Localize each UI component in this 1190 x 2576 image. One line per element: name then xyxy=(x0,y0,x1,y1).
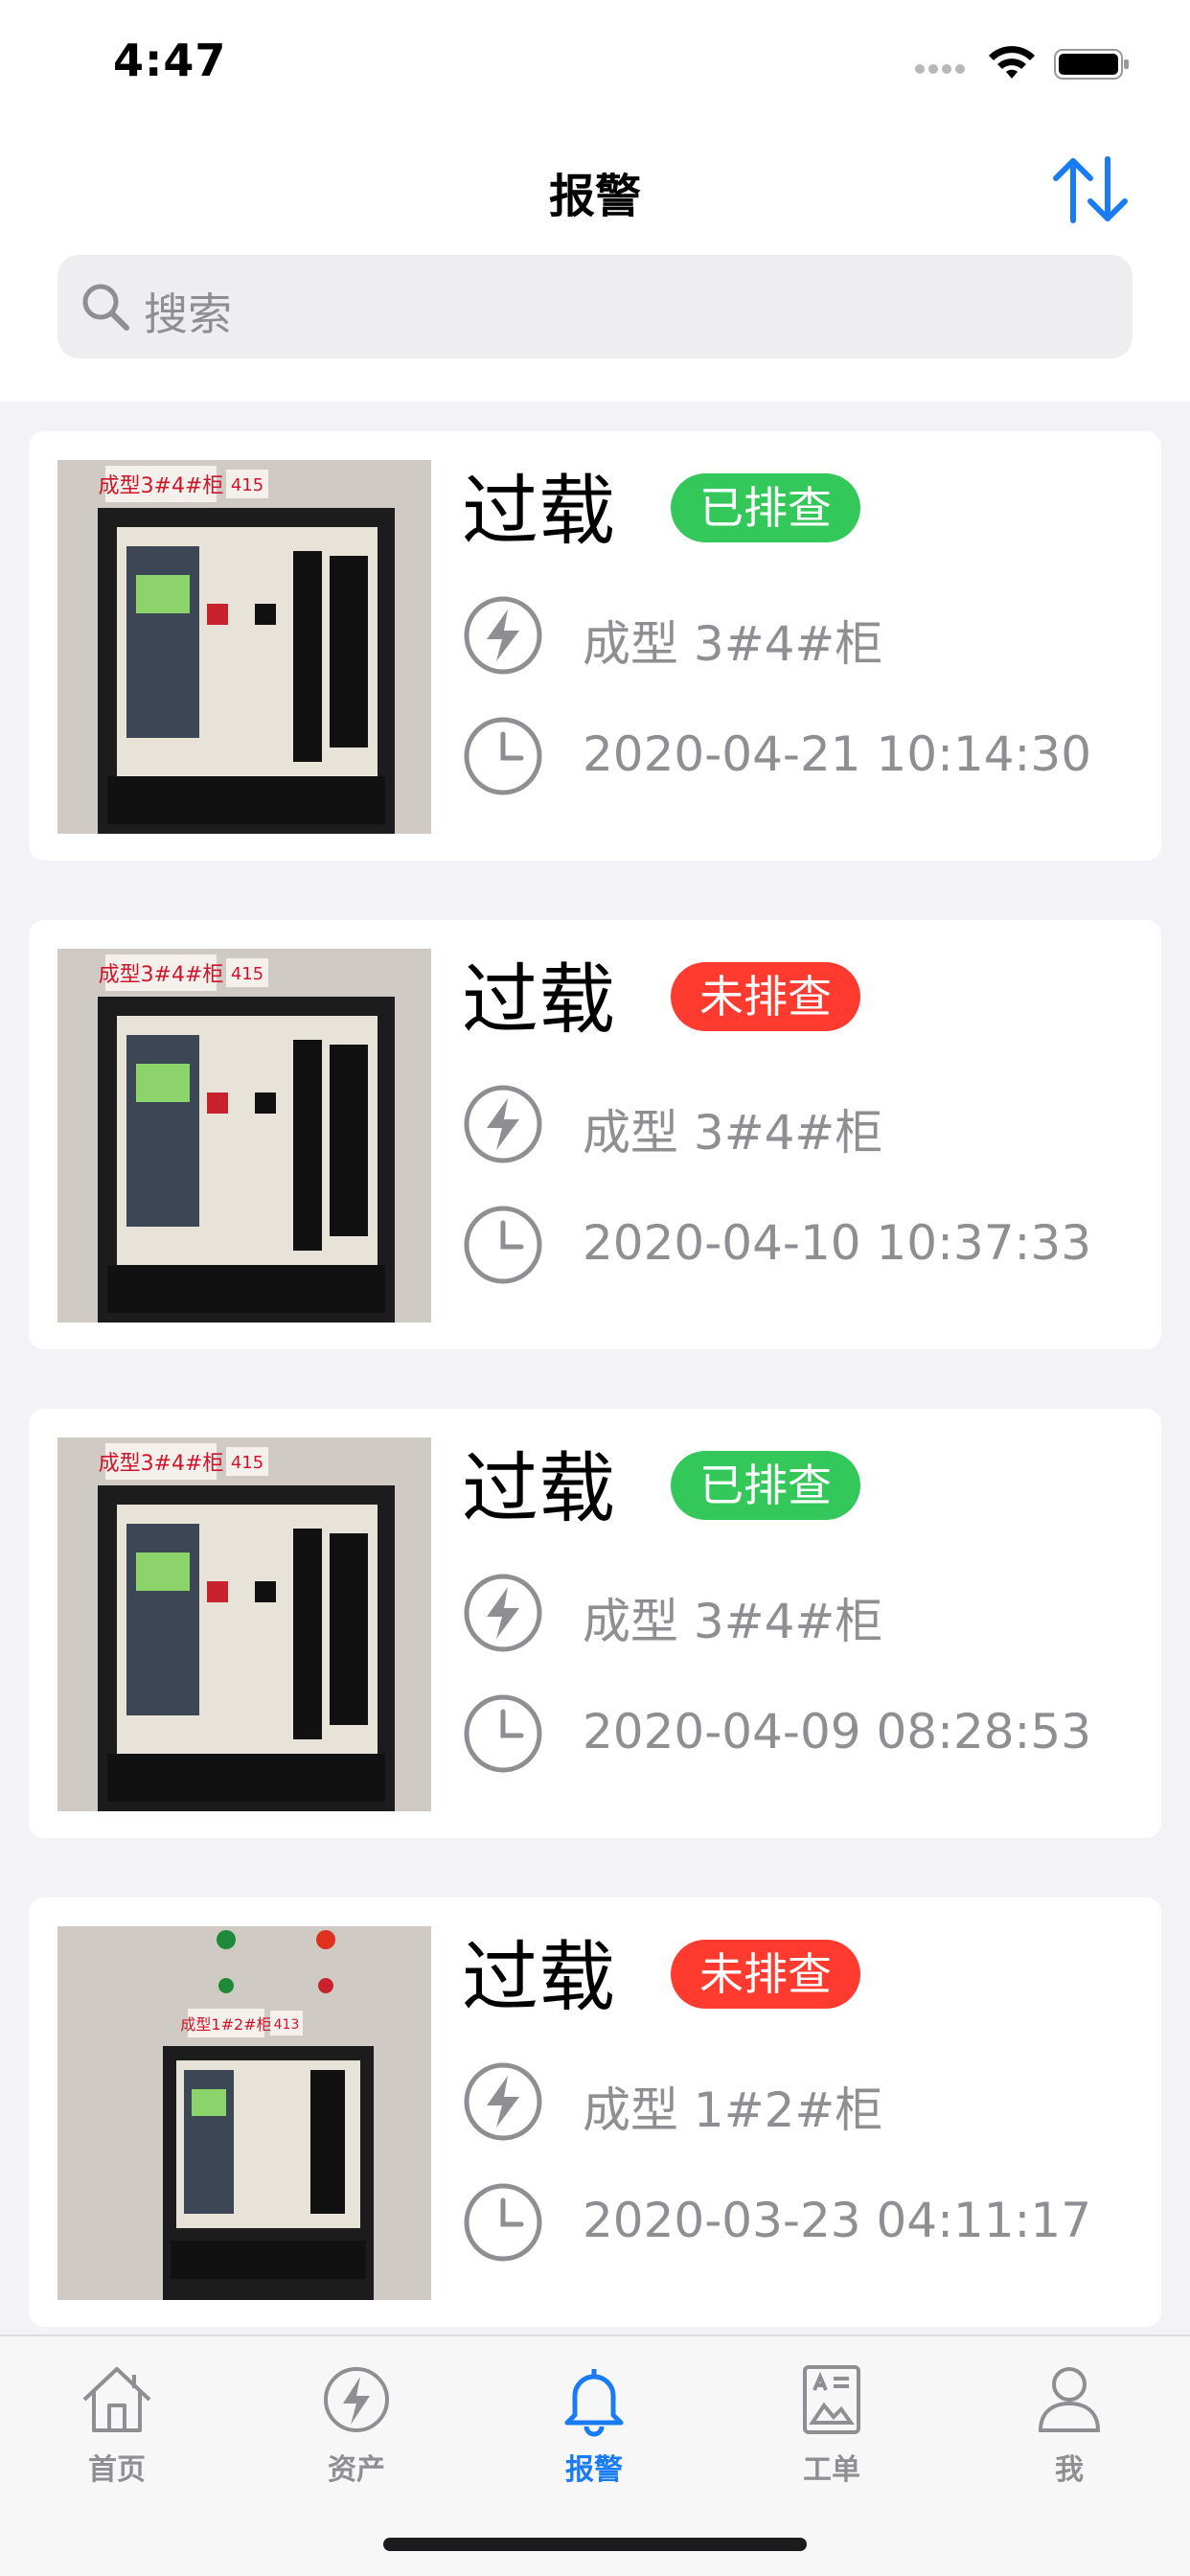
tab-label: 资产 xyxy=(328,2453,385,2487)
alarm-time: 2020-04-21 10:14:30 xyxy=(583,726,1092,782)
tab-me[interactable]: 我 xyxy=(993,2361,1146,2496)
search-icon xyxy=(82,284,129,331)
alarm-location: 成型 1#2#柜 xyxy=(583,2082,883,2138)
status-badge: 未排查 xyxy=(671,962,860,1031)
person-icon xyxy=(1038,2367,1101,2432)
photo-label: 成型3#4#柜 xyxy=(99,474,224,498)
bell-icon xyxy=(564,2369,624,2437)
status-time: 4:47 xyxy=(113,34,227,86)
equipment-photo: 成型3#4#柜 415 xyxy=(57,949,431,1322)
photo-label: 成型3#4#柜 xyxy=(99,963,224,987)
bolt-icon xyxy=(324,2367,389,2432)
tab-label: 我 xyxy=(1055,2453,1084,2487)
photo-number: 415 xyxy=(231,1453,263,1473)
clock-icon xyxy=(464,717,542,795)
alarm-location: 成型 3#4#柜 xyxy=(583,1105,883,1161)
status-badge: 已排查 xyxy=(671,1451,860,1520)
status-badge: 已排查 xyxy=(671,473,860,542)
alarm-time: 2020-04-10 10:37:33 xyxy=(583,1215,1092,1271)
photo-number: 413 xyxy=(274,2017,300,2033)
wifi-icon xyxy=(989,46,1035,79)
tab-work-orders[interactable]: 工单 xyxy=(755,2361,908,2496)
breaker-photo: 成型3#4#柜 415 xyxy=(57,1438,431,1811)
tab-assets[interactable]: 资产 xyxy=(280,2361,433,2496)
sort-arrows-icon[interactable] xyxy=(1050,153,1131,226)
clock-icon xyxy=(464,1694,542,1773)
clock-icon xyxy=(464,2183,542,2262)
status-bar: 4:47 xyxy=(0,0,1190,126)
photo-number: 415 xyxy=(231,964,263,984)
search-bar[interactable]: 搜索 xyxy=(57,255,1133,358)
clock-icon xyxy=(464,1206,542,1284)
battery-icon xyxy=(1054,49,1129,80)
equipment-photo: 成型1#2#柜 413 xyxy=(57,1926,431,2300)
home-indicator[interactable] xyxy=(383,2538,807,2551)
header: 4:47 报警 搜索 xyxy=(0,0,1190,402)
alarm-time: 2020-04-09 08:28:53 xyxy=(583,1704,1092,1760)
photo-number: 415 xyxy=(231,475,263,495)
tab-label: 工单 xyxy=(803,2453,860,2487)
alarm-card[interactable]: 成型1#2#柜 413 过载 未排查 成型 1#2#柜 2020-03-23 0… xyxy=(29,1898,1161,2327)
tab-label: 报警 xyxy=(565,2453,623,2487)
alarm-location: 成型 3#4#柜 xyxy=(583,1594,883,1649)
bolt-icon xyxy=(464,596,542,675)
bolt-icon xyxy=(464,1574,542,1652)
alarm-title: 过载 xyxy=(462,1444,615,1533)
alarm-time: 2020-03-23 04:11:17 xyxy=(583,2193,1092,2248)
tab-alarms[interactable]: 报警 xyxy=(517,2361,671,2496)
equipment-photo: 成型3#4#柜 415 xyxy=(57,460,431,834)
alarm-title: 过载 xyxy=(462,467,615,556)
breaker-photo: 成型3#4#柜 415 xyxy=(57,949,431,1322)
breaker-photo: 成型3#4#柜 415 xyxy=(57,460,431,834)
alarm-card[interactable]: 成型3#4#柜 415 过载 已排查 成型 3#4#柜 2020-04-21 1… xyxy=(29,431,1161,861)
status-badge: 未排查 xyxy=(671,1940,860,2009)
tab-home[interactable]: 首页 xyxy=(40,2361,194,2496)
alarm-card[interactable]: 成型3#4#柜 415 过载 未排查 成型 3#4#柜 2020-04-10 1… xyxy=(29,920,1161,1349)
alarm-card[interactable]: 成型3#4#柜 415 过载 已排查 成型 3#4#柜 2020-04-09 0… xyxy=(29,1409,1161,1838)
alarm-title: 过载 xyxy=(462,955,615,1045)
tab-label: 首页 xyxy=(88,2453,146,2487)
equipment-photo: 成型3#4#柜 415 xyxy=(57,1438,431,1811)
alarm-location: 成型 3#4#柜 xyxy=(583,616,883,672)
photo-label: 成型3#4#柜 xyxy=(99,1452,224,1476)
signal-icon xyxy=(915,59,973,80)
photo-label: 成型1#2#柜 xyxy=(180,2015,271,2034)
bolt-icon xyxy=(464,1085,542,1163)
bolt-icon xyxy=(464,2062,542,2141)
home-icon xyxy=(82,2367,151,2432)
search-input[interactable]: 搜索 xyxy=(144,280,232,343)
alarm-title: 过载 xyxy=(462,1933,615,2022)
work-order-icon xyxy=(803,2365,860,2434)
breaker-photo: 成型1#2#柜 413 xyxy=(57,1926,431,2300)
page-title: 报警 xyxy=(548,170,641,223)
